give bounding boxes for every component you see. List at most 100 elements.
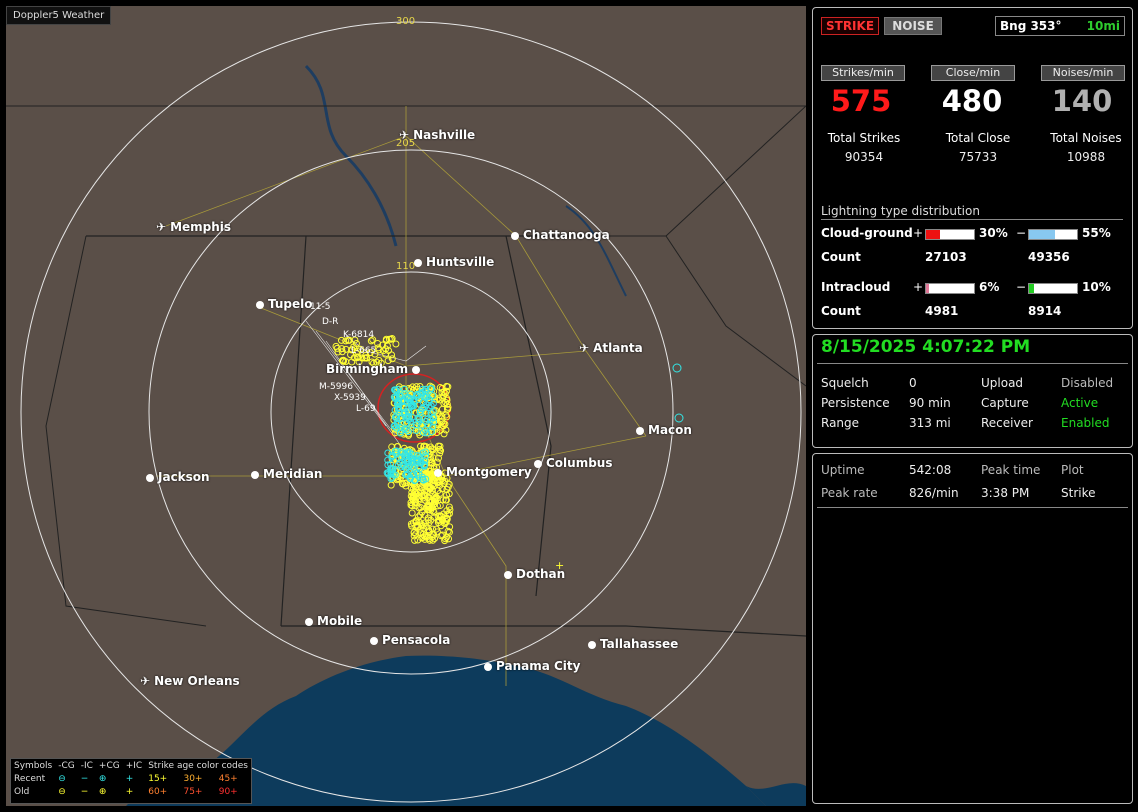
city-dot-icon xyxy=(636,427,644,435)
neg-ic-recent-icon: − xyxy=(80,773,89,784)
range-label-300: 300 xyxy=(396,16,416,27)
city-huntsville[interactable]: Huntsville xyxy=(414,255,494,269)
strike-marker xyxy=(387,481,395,489)
airport-icon: ✈ xyxy=(579,341,590,355)
pos-ic-old-icon: + xyxy=(125,786,134,797)
strike-marker xyxy=(332,342,340,350)
city-tallahassee[interactable]: Tallahassee xyxy=(588,637,678,651)
cg-negative-bar xyxy=(1028,229,1078,240)
runtime-panel: Uptime 542:08 Peak time Plot Peak rate 8… xyxy=(812,453,1133,804)
city-new-orleans[interactable]: ✈ New Orleans xyxy=(140,674,240,688)
neg-cg-old-icon: ⊖ xyxy=(58,786,66,797)
strike-cluster xyxy=(305,320,454,545)
city-pensacola[interactable]: Pensacola xyxy=(370,633,450,647)
receiver-value: Enabled xyxy=(1061,416,1110,430)
city-tupelo[interactable]: Tupelo xyxy=(256,297,313,311)
ic-negative-pct: 10% xyxy=(1082,280,1111,294)
peak-rate-value: 826/min xyxy=(909,486,959,500)
strike-button[interactable]: STRIKE xyxy=(821,17,879,35)
storm-label: K-6814 xyxy=(343,330,375,340)
minus-icon: − xyxy=(1016,226,1027,240)
stats-panel: STRIKE NOISE Bng 353° 10mi Strikes/min C… xyxy=(812,7,1133,329)
bar-fill xyxy=(926,230,941,239)
city-dot-icon xyxy=(504,571,512,579)
city-columbus[interactable]: Columbus xyxy=(534,456,613,470)
city-meridian[interactable]: Meridian xyxy=(251,467,322,481)
legend-header: Symbols xyxy=(14,760,53,771)
datetime-display: 8/15/2025 4:07:22 PM xyxy=(821,337,1031,357)
city-dot-icon xyxy=(484,663,492,671)
legend-age: 75+ xyxy=(183,786,203,797)
city-dot-icon xyxy=(414,259,422,267)
cg-negative-count: 49356 xyxy=(1028,250,1070,264)
ic-negative-count: 8914 xyxy=(1028,304,1062,318)
uptime-label: Uptime xyxy=(821,463,865,477)
pos-cg-recent-icon: ⊕ xyxy=(98,773,107,784)
map-graphics: + xyxy=(6,21,806,806)
upload-value: Disabled xyxy=(1061,376,1114,390)
total-noises-value: 10988 xyxy=(1066,150,1106,164)
pos-cg-old-icon: ⊕ xyxy=(98,786,107,797)
legend-header: -IC xyxy=(80,760,93,771)
city-chattanooga[interactable]: Chattanooga xyxy=(511,228,610,242)
city-dot-icon xyxy=(434,469,442,477)
lightning-map[interactable]: + Doppler5 Weather 300 205 110 ✈ Nashvill… xyxy=(6,6,806,806)
airport-icon: ✈ xyxy=(399,128,410,142)
airport-icon: ✈ xyxy=(140,674,151,688)
city-birmingham[interactable]: Birmingham xyxy=(326,362,424,376)
city-dot-icon xyxy=(412,366,421,374)
persistence-value: 90 min xyxy=(909,396,951,410)
plus-icon: + xyxy=(913,226,924,240)
city-memphis[interactable]: ✈ Memphis xyxy=(156,220,231,234)
ic-count-label: Count xyxy=(821,304,861,318)
legend-age: 60+ xyxy=(148,786,168,797)
city-jackson[interactable]: Jackson xyxy=(146,470,210,484)
city-panama-city[interactable]: Panama City xyxy=(484,659,580,673)
city-montgomery[interactable]: Montgomery xyxy=(434,465,532,479)
plot-label: Plot xyxy=(1061,463,1084,477)
bearing-range: 10mi xyxy=(1086,19,1120,33)
legend-header: Strike age color codes xyxy=(148,760,248,771)
city-dot-icon xyxy=(146,474,154,482)
city-atlanta[interactable]: ✈ Atlanta xyxy=(579,341,643,355)
city-dothan[interactable]: Dothan xyxy=(504,567,565,581)
city-mobile[interactable]: Mobile xyxy=(305,614,362,628)
cg-positive-pct: 30% xyxy=(979,226,1008,240)
legend-old-label: Old xyxy=(14,786,30,797)
divider xyxy=(817,507,1128,508)
persistence-label: Persistence xyxy=(821,396,890,410)
city-dot-icon xyxy=(251,471,259,479)
noise-button[interactable]: NOISE xyxy=(884,17,942,35)
range-label-110: 110 xyxy=(396,261,416,272)
storm-label: D-R xyxy=(322,317,339,327)
map-title: Doppler5 Weather xyxy=(6,6,112,25)
city-dot-icon xyxy=(534,460,542,468)
receiver-label: Receiver xyxy=(981,416,1033,430)
peak-time-value: 3:38 PM xyxy=(981,486,1030,500)
legend-age: 15+ xyxy=(148,773,168,784)
city-macon[interactable]: Macon xyxy=(636,423,692,437)
plot-value[interactable]: Strike xyxy=(1061,486,1096,500)
range-value: 313 mi xyxy=(909,416,951,430)
cg-negative-pct: 55% xyxy=(1082,226,1111,240)
status-panel: 8/15/2025 4:07:22 PM Squelch 0 Upload Di… xyxy=(812,334,1133,448)
city-dot-icon xyxy=(511,232,519,240)
city-dot-icon xyxy=(305,618,313,626)
bar-fill xyxy=(1029,284,1034,293)
capture-label: Capture xyxy=(981,396,1029,410)
capture-value: Active xyxy=(1061,396,1099,410)
legend-header: +CG xyxy=(98,760,120,771)
legend-age: 30+ xyxy=(183,773,203,784)
neg-ic-old-icon: − xyxy=(80,786,89,797)
plus-icon: + xyxy=(913,280,924,294)
city-nashville[interactable]: ✈ Nashville xyxy=(399,128,475,142)
strike-marker xyxy=(408,509,416,517)
strikes-per-min-value: 575 xyxy=(830,84,892,118)
peak-time-label: Peak time xyxy=(981,463,1041,477)
total-strikes-label: Total Strikes xyxy=(827,131,901,145)
noises-per-min-value: 140 xyxy=(1051,84,1113,118)
legend-header: -CG xyxy=(58,760,75,771)
close-per-min-header: Close/min xyxy=(931,65,1015,81)
city-dot-icon xyxy=(370,637,378,645)
city-dot-icon xyxy=(588,641,596,649)
